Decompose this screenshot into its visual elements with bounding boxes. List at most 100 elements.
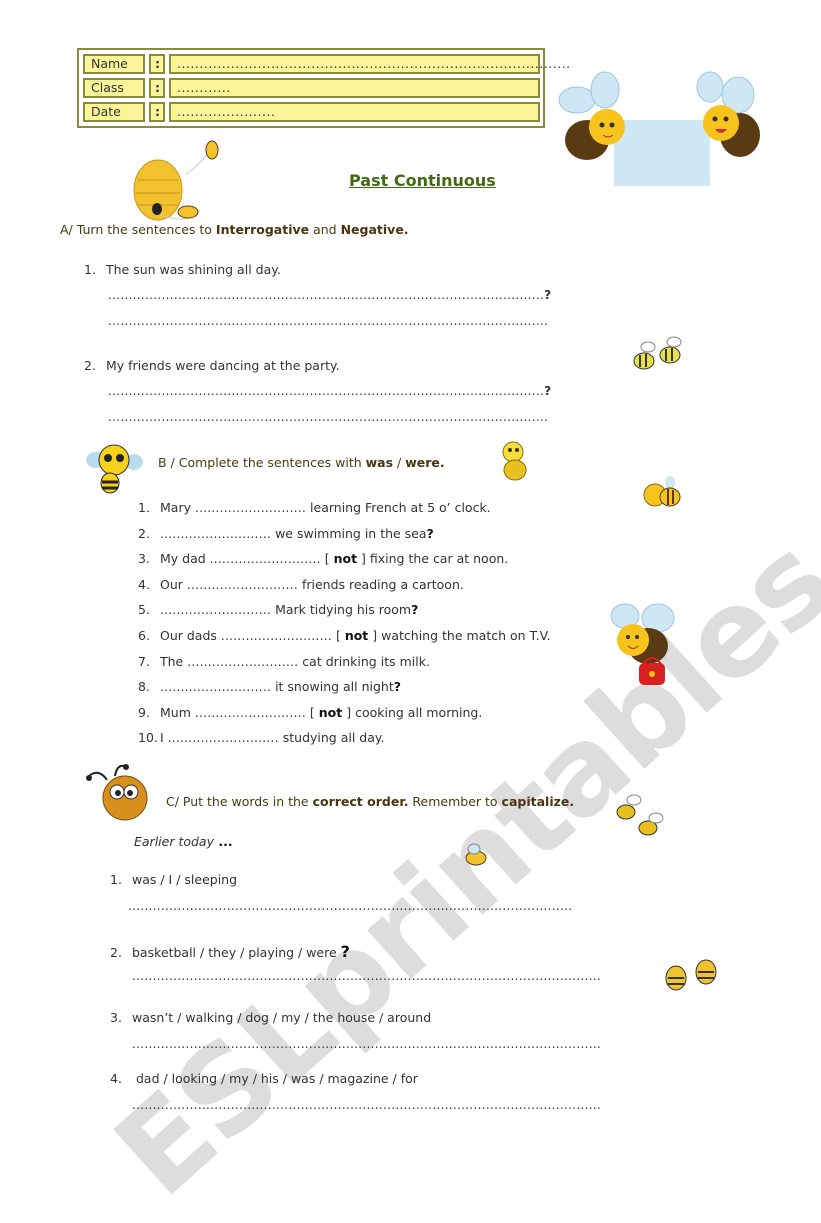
sentence-start: The bbox=[160, 653, 188, 669]
name-row: Name : .................................… bbox=[83, 54, 570, 74]
sentence-start: Our bbox=[160, 576, 187, 592]
fill-blank-item: 1. Mary ........................... learn… bbox=[138, 498, 608, 524]
sentence-start: Mum bbox=[160, 704, 195, 720]
fill-blank-item: 2............................ we swimmin… bbox=[138, 524, 608, 550]
word-order-item: 4. dad / looking / my / his / was / maga… bbox=[110, 1071, 418, 1086]
scrambled-words: dad / looking / my / his / was / magazin… bbox=[132, 1071, 418, 1086]
answer-line-interrogative[interactable]: ........................................… bbox=[108, 288, 603, 302]
question-number: 5. bbox=[138, 602, 150, 618]
question-mark: ? bbox=[340, 942, 350, 961]
cartoon-bee-icon bbox=[86, 764, 148, 821]
fill-blank-item: 8............................ it snowing… bbox=[138, 677, 608, 703]
question-number: 6. bbox=[138, 627, 150, 643]
section-a-instruction: A/ Turn the sentences to Interrogative a… bbox=[60, 222, 409, 237]
class-sep: : bbox=[149, 78, 165, 98]
question-number: 2. bbox=[110, 945, 122, 960]
blank-field[interactable]: ........................... bbox=[168, 731, 279, 745]
answer-line-interrogative[interactable]: ........................................… bbox=[108, 384, 603, 398]
not-hint: not bbox=[344, 627, 369, 643]
answer-line[interactable]: ........................................… bbox=[132, 969, 644, 983]
bee-icon bbox=[643, 476, 681, 507]
lead-phrase: Earlier today ... bbox=[134, 834, 233, 849]
name-label: Name bbox=[83, 54, 145, 74]
fill-blank-item: 5............................ Mark tidyi… bbox=[138, 600, 608, 626]
section-a-question-1: 1. The sun was shining all day. bbox=[84, 262, 281, 277]
fill-blank-item: 6. Our dads ........................... [… bbox=[138, 626, 608, 652]
sentence-end: fixing the car at noon. bbox=[365, 551, 509, 567]
date-row: Date : ...................... bbox=[83, 102, 540, 122]
sentence-end: friends reading a cartoon. bbox=[297, 576, 464, 592]
name-field[interactable]: ........................................… bbox=[169, 54, 570, 74]
sentence-start: Our dads bbox=[160, 627, 221, 643]
question-number: 8. bbox=[138, 679, 150, 695]
bees-holding-sign-icon bbox=[558, 71, 760, 186]
sentence-end: cooking all morning. bbox=[351, 704, 483, 720]
instruction-text: / bbox=[393, 455, 406, 470]
question-text: My friends were dancing at the party. bbox=[106, 358, 340, 373]
blank-field[interactable]: ........................... bbox=[187, 655, 298, 669]
lead-ellipsis: ... bbox=[214, 834, 233, 849]
class-field[interactable]: ............ bbox=[169, 78, 540, 98]
answer-line[interactable]: ........................................… bbox=[132, 1037, 644, 1051]
flying-bees-icon bbox=[633, 336, 682, 370]
blank-field[interactable]: ........................... bbox=[187, 578, 298, 592]
answer-line[interactable]: ........................................… bbox=[128, 899, 628, 913]
blank-field[interactable]: ........................... bbox=[160, 680, 271, 694]
bee-with-handbag-icon bbox=[610, 603, 675, 685]
question-number: 1. bbox=[84, 262, 96, 277]
sentence-end: cat drinking its milk. bbox=[298, 653, 430, 669]
blank-field[interactable]: ........................... bbox=[195, 706, 306, 720]
answer-line-negative[interactable]: ........................................… bbox=[108, 410, 603, 424]
blank-field[interactable]: ........................... bbox=[160, 527, 271, 541]
sentence-start: Mary bbox=[160, 500, 195, 515]
scrambled-words: was / I / sleeping bbox=[132, 872, 238, 887]
question-mark: ? bbox=[426, 525, 434, 541]
fill-blank-item: 7. The ........................... cat dr… bbox=[138, 652, 608, 678]
section-b-instruction: B / Complete the sentences with was / we… bbox=[158, 455, 445, 470]
word-order-item: 2. basketball / they / playing / were ? bbox=[110, 942, 350, 961]
question-number: 10. bbox=[138, 730, 158, 746]
blank-field[interactable]: ........................... bbox=[210, 552, 321, 566]
question-number: 2. bbox=[84, 358, 96, 373]
page-title: Past Continuous bbox=[349, 171, 496, 190]
blank-field[interactable]: ........................... bbox=[160, 603, 271, 617]
fill-blank-item: 4. Our ........................... friend… bbox=[138, 575, 608, 601]
sentence-start: I bbox=[160, 730, 168, 746]
instruction-keyword: was bbox=[365, 455, 394, 470]
question-number: 1. bbox=[138, 500, 150, 515]
bee-icon bbox=[502, 441, 527, 481]
fill-blank-item: 10. I ........................... studyin… bbox=[138, 728, 608, 754]
question-number: 1. bbox=[110, 872, 122, 887]
section-a-question-2: 2. My friends were dancing at the party. bbox=[84, 358, 340, 373]
class-row: Class : ............ bbox=[83, 78, 540, 98]
sentence-end: studying all day. bbox=[278, 730, 385, 746]
question-text: The sun was shining all day. bbox=[106, 262, 281, 277]
instruction-keyword: Negative. bbox=[340, 222, 409, 237]
not-hint: not bbox=[318, 704, 343, 720]
question-number: 3. bbox=[110, 1010, 122, 1025]
sentence-end: we swimming in the sea bbox=[271, 525, 427, 541]
date-field[interactable]: ...................... bbox=[169, 102, 540, 122]
sentence-end: Mark tidying his room bbox=[271, 602, 412, 618]
blank-field[interactable]: ........................... bbox=[195, 501, 306, 515]
date-sep: : bbox=[149, 102, 165, 122]
fill-blank-item: 3. My dad ........................... [ n… bbox=[138, 549, 608, 575]
date-label: Date bbox=[83, 102, 145, 122]
section-b-list: 1. Mary ........................... learn… bbox=[138, 498, 608, 754]
bee-with-glasses-icon bbox=[86, 444, 143, 494]
question-number: 7. bbox=[138, 653, 150, 669]
answer-line[interactable]: ........................................… bbox=[132, 1098, 644, 1112]
scrambled-words: basketball / they / playing / were bbox=[132, 945, 341, 960]
sentence-end: watching the match on T.V. bbox=[377, 627, 551, 643]
instruction-text: and bbox=[309, 222, 341, 237]
instruction-text: C/ Put the words in the bbox=[166, 794, 313, 809]
word-order-item: 1. was / I / sleeping bbox=[110, 872, 237, 887]
question-number: 9. bbox=[138, 704, 150, 720]
instruction-keyword: capitalize. bbox=[501, 794, 575, 809]
question-mark: ? bbox=[393, 679, 402, 695]
instruction-text: B / Complete the sentences with bbox=[158, 455, 366, 470]
question-number: 4. bbox=[138, 576, 150, 592]
sentence-end: learning French at 5 o’ clock. bbox=[306, 500, 491, 515]
answer-line-negative[interactable]: ........................................… bbox=[108, 314, 603, 328]
blank-field[interactable]: ........................... bbox=[221, 629, 332, 643]
